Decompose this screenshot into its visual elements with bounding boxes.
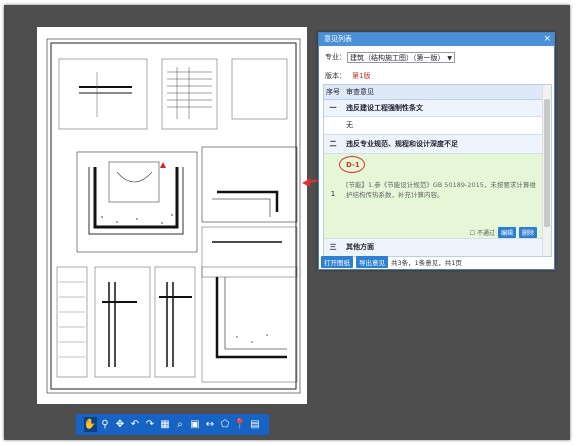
panel-title: 意见列表: [324, 35, 352, 43]
specialty-select-value: 建筑（结构施工图）（第一版）: [350, 54, 445, 62]
pagination-info: 共3条，1条意见，共1页: [391, 259, 462, 267]
review-comments-panel: 意见列表 × 专业： 建筑（结构施工图）（第一版） ▼ 版本： 第1版 序号 审查…: [318, 32, 555, 270]
fit-icon[interactable]: ✥: [114, 417, 127, 432]
edit-button[interactable]: 编辑: [497, 227, 516, 238]
row-no: 一: [329, 104, 337, 112]
location-icon[interactable]: 📍: [234, 417, 247, 432]
polygon-icon[interactable]: ⬠: [219, 417, 232, 432]
grid-icon[interactable]: ▦: [159, 417, 172, 432]
undo-icon[interactable]: ↶: [129, 417, 142, 432]
viewer-toolbar: ✋ ⚲ ✥ ↶ ↷ ▦ ⌕ ▣ ↔ ⬠ 📍 ▤: [76, 414, 269, 435]
reject-checkbox[interactable]: ☐ 不通过: [470, 228, 495, 237]
col-content-header: 审查意见: [346, 88, 374, 96]
row-text: 违反建设工程强制性条文: [346, 104, 423, 112]
panel-titlebar[interactable]: 意见列表 ×: [319, 33, 554, 46]
open-drawing-button[interactable]: 打开图纸: [321, 256, 353, 268]
export-comments-button[interactable]: 导出意见: [356, 256, 388, 268]
delete-button[interactable]: 删除: [518, 227, 537, 238]
table-row[interactable]: 一 违反建设工程强制性条文: [324, 100, 551, 117]
col-no-header: 序号: [326, 88, 340, 96]
row-no: 三: [329, 243, 337, 251]
panel-footer: 打开图纸 导出意见 共3条，1条意见，共1页: [321, 256, 462, 268]
zoom-icon[interactable]: ⌕: [174, 417, 187, 432]
table-header: 序号 审查意见: [324, 85, 551, 100]
screenshot-frame: ✋ ⚲ ✥ ↶ ↷ ▦ ⌕ ▣ ↔ ⬠ 📍 ▤ 意见列表 × 专业： 建筑（结构施工图）（第一版） ▼…: [0, 0, 576, 446]
row-text: 其他方面: [346, 243, 374, 251]
row-text: 违反专业规范、规程和设计深度不足: [346, 140, 458, 148]
comments-table: 序号 审查意见 一 违反建设工程强制性条文 无 二 违反专业规范、规程和设计深度…: [323, 84, 552, 257]
table-row[interactable]: 二 违反专业规范、规程和设计深度不足: [324, 135, 551, 154]
frame-icon[interactable]: ▣: [189, 417, 202, 432]
layers-icon[interactable]: ▤: [249, 417, 262, 432]
pan-hand-icon[interactable]: ✋: [83, 417, 97, 432]
highlight-circle: [339, 156, 365, 173]
specialty-label: 专业：: [325, 53, 346, 61]
comment-actions: ☐ 不通过 编辑 删除: [470, 227, 537, 238]
table-row[interactable]: 无: [324, 117, 551, 135]
selected-comment-row[interactable]: 1 D-1 [节能】1.参《节能设计规范》GB 50189-2015，未按要求计…: [324, 154, 551, 239]
redo-icon[interactable]: ↷: [144, 417, 157, 432]
chevron-down-icon: ▼: [447, 55, 452, 62]
comment-text: [节能】1.参《节能设计规范》GB 50189-2015，未按要求计算维护结构传…: [346, 181, 536, 199]
row-no: 二: [329, 140, 337, 148]
table-row[interactable]: 三 其他方面: [324, 239, 551, 256]
version-label: 版本：: [325, 72, 346, 80]
version-row: 版本： 第1版: [325, 71, 370, 81]
measure-icon[interactable]: ↔: [204, 417, 217, 432]
reject-label: 不通过: [476, 230, 495, 237]
scrollbar-thumb[interactable]: [544, 99, 550, 227]
version-value[interactable]: 第1版: [352, 72, 370, 80]
row-no: 1: [330, 190, 336, 198]
scrollbar[interactable]: [542, 85, 551, 256]
row-text: 无: [346, 121, 353, 129]
pin-icon[interactable]: ⚲: [99, 417, 112, 432]
close-icon[interactable]: ×: [543, 33, 551, 46]
specialty-select[interactable]: 建筑（结构施工图）（第一版） ▼: [347, 52, 455, 63]
